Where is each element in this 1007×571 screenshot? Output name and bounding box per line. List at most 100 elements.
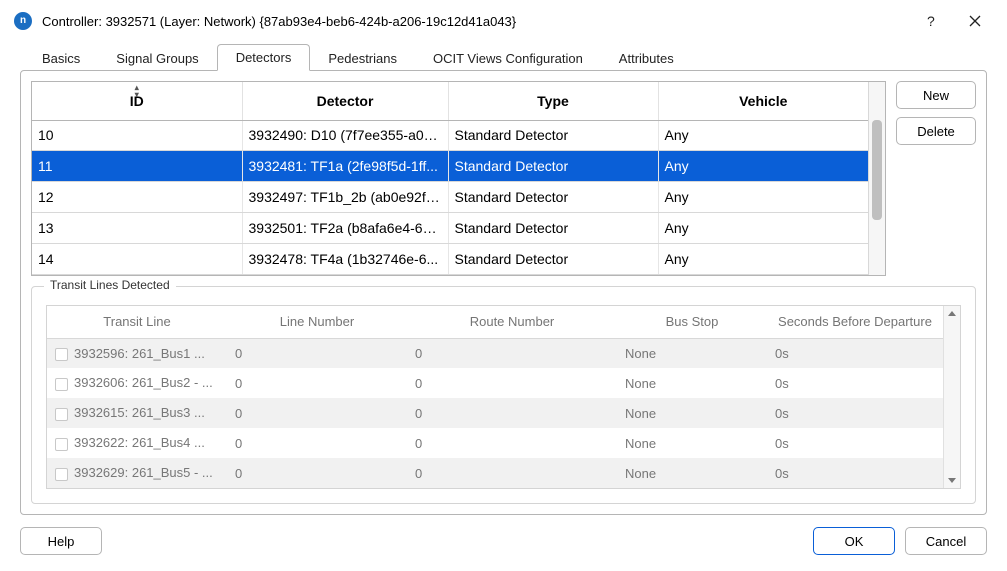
tab-panel: ▴▾ ID Detector Type Vehicle 10 3932490: … xyxy=(20,70,987,515)
cell-id: 10 xyxy=(32,120,242,151)
tab-attributes[interactable]: Attributes xyxy=(601,46,692,71)
dialog-footer: Help OK Cancel xyxy=(20,515,987,555)
scrollbar[interactable] xyxy=(868,82,885,275)
list-item[interactable]: 3932622: 261_Bus4 ... 0 0 None 0s xyxy=(47,428,943,458)
checkbox[interactable] xyxy=(55,468,68,481)
col-transit-line[interactable]: Transit Line xyxy=(47,306,227,338)
col-detector[interactable]: Detector xyxy=(242,82,448,120)
tab-strip: Basics Signal Groups Detectors Pedestria… xyxy=(24,42,987,70)
col-route-number[interactable]: Route Number xyxy=(407,306,617,338)
list-item[interactable]: 3932629: 261_Bus5 - ... 0 0 None 0s xyxy=(47,458,943,488)
delete-button[interactable]: Delete xyxy=(896,117,976,145)
cell-id: 12 xyxy=(32,182,242,213)
tl-route: 0 xyxy=(407,398,617,428)
tl-sec: 0s xyxy=(767,428,943,458)
tl-route: 0 xyxy=(407,458,617,488)
cancel-button[interactable]: Cancel xyxy=(905,527,987,555)
tl-num: 0 xyxy=(227,428,407,458)
scrollbar-thumb[interactable] xyxy=(872,120,882,220)
tl-stop: None xyxy=(617,428,767,458)
tl-line: 3932629: 261_Bus5 - ... xyxy=(74,465,213,480)
app-icon: n xyxy=(14,12,32,30)
tl-stop: None xyxy=(617,368,767,398)
side-buttons: New Delete xyxy=(896,81,976,276)
ok-button[interactable]: OK xyxy=(813,527,895,555)
cell-id: 13 xyxy=(32,213,242,244)
tl-header-row: Transit Line Line Number Route Number Bu… xyxy=(47,306,943,338)
tl-line: 3932606: 261_Bus2 - ... xyxy=(74,375,213,390)
tl-line: 3932615: 261_Bus3 ... xyxy=(74,405,205,420)
col-vehicle[interactable]: Vehicle xyxy=(658,82,868,120)
tl-num: 0 xyxy=(227,338,407,368)
checkbox[interactable] xyxy=(55,438,68,451)
group-label: Transit Lines Detected xyxy=(44,278,176,292)
cell-type: Standard Detector xyxy=(448,213,658,244)
col-type[interactable]: Type xyxy=(448,82,658,120)
tab-detectors[interactable]: Detectors xyxy=(217,44,311,71)
tl-num: 0 xyxy=(227,458,407,488)
tl-line: 3932622: 261_Bus4 ... xyxy=(74,435,205,450)
list-item[interactable]: 3932596: 261_Bus1 ... 0 0 None 0s xyxy=(47,338,943,368)
cell-id: 11 xyxy=(32,151,242,182)
svg-text:?: ? xyxy=(927,14,935,28)
tl-sec: 0s xyxy=(767,398,943,428)
cell-type: Standard Detector xyxy=(448,244,658,275)
cell-type: Standard Detector xyxy=(448,182,658,213)
tl-stop: None xyxy=(617,458,767,488)
cell-detector: 3932501: TF2a (b8afa6e4-65... xyxy=(242,213,448,244)
tab-basics[interactable]: Basics xyxy=(24,46,98,71)
tab-ocit[interactable]: OCIT Views Configuration xyxy=(415,46,601,71)
table-row[interactable]: 10 3932490: D10 (7f7ee355-a08... Standar… xyxy=(32,120,868,151)
checkbox[interactable] xyxy=(55,378,68,391)
new-button[interactable]: New xyxy=(896,81,976,109)
list-item[interactable]: 3932606: 261_Bus2 - ... 0 0 None 0s xyxy=(47,368,943,398)
col-line-number[interactable]: Line Number xyxy=(227,306,407,338)
table-row[interactable]: 14 3932478: TF4a (1b32746e-6... Standard… xyxy=(32,244,868,275)
window-title: Controller: 3932571 (Layer: Network) {87… xyxy=(42,14,909,29)
tl-route: 0 xyxy=(407,368,617,398)
checkbox[interactable] xyxy=(55,408,68,421)
list-item[interactable]: 3932615: 261_Bus3 ... 0 0 None 0s xyxy=(47,398,943,428)
checkbox[interactable] xyxy=(55,348,68,361)
tl-stop: None xyxy=(617,398,767,428)
help-icon[interactable]: ? xyxy=(909,6,953,36)
cell-vehicle: Any xyxy=(658,244,868,275)
tl-route: 0 xyxy=(407,428,617,458)
close-icon[interactable] xyxy=(953,6,997,36)
col-id[interactable]: ▴▾ ID xyxy=(32,82,242,120)
detectors-header-row: ▴▾ ID Detector Type Vehicle xyxy=(32,82,868,120)
detectors-table[interactable]: ▴▾ ID Detector Type Vehicle 10 3932490: … xyxy=(31,81,886,276)
cell-vehicle: Any xyxy=(658,120,868,151)
help-button[interactable]: Help xyxy=(20,527,102,555)
cell-detector: 3932497: TF1b_2b (ab0e92f2... xyxy=(242,182,448,213)
tl-sec: 0s xyxy=(767,338,943,368)
cell-detector: 3932490: D10 (7f7ee355-a08... xyxy=(242,120,448,151)
tl-num: 0 xyxy=(227,398,407,428)
tl-route: 0 xyxy=(407,338,617,368)
tab-signal-groups[interactable]: Signal Groups xyxy=(98,46,216,71)
tl-sec: 0s xyxy=(767,458,943,488)
cell-type: Standard Detector xyxy=(448,151,658,182)
table-row[interactable]: 11 3932481: TF1a (2fe98f5d-1ff... Standa… xyxy=(32,151,868,182)
col-seconds[interactable]: Seconds Before Departure xyxy=(767,306,943,338)
scrollbar[interactable] xyxy=(943,306,960,488)
tl-num: 0 xyxy=(227,368,407,398)
cell-type: Standard Detector xyxy=(448,120,658,151)
transit-lines-group: Transit Lines Detected Transit Line Line… xyxy=(31,286,976,504)
tl-sec: 0s xyxy=(767,368,943,398)
tl-line: 3932596: 261_Bus1 ... xyxy=(74,346,205,361)
cell-detector: 3932478: TF4a (1b32746e-6... xyxy=(242,244,448,275)
col-bus-stop[interactable]: Bus Stop xyxy=(617,306,767,338)
cell-vehicle: Any xyxy=(658,213,868,244)
transit-lines-table[interactable]: Transit Line Line Number Route Number Bu… xyxy=(46,305,961,489)
cell-vehicle: Any xyxy=(658,151,868,182)
tl-stop: None xyxy=(617,338,767,368)
tab-pedestrians[interactable]: Pedestrians xyxy=(310,46,415,71)
table-row[interactable]: 13 3932501: TF2a (b8afa6e4-65... Standar… xyxy=(32,213,868,244)
cell-vehicle: Any xyxy=(658,182,868,213)
cell-detector: 3932481: TF1a (2fe98f5d-1ff... xyxy=(242,151,448,182)
sort-caret-icon: ▴▾ xyxy=(135,84,139,98)
cell-id: 14 xyxy=(32,244,242,275)
table-row[interactable]: 12 3932497: TF1b_2b (ab0e92f2... Standar… xyxy=(32,182,868,213)
titlebar: n Controller: 3932571 (Layer: Network) {… xyxy=(0,0,1007,42)
